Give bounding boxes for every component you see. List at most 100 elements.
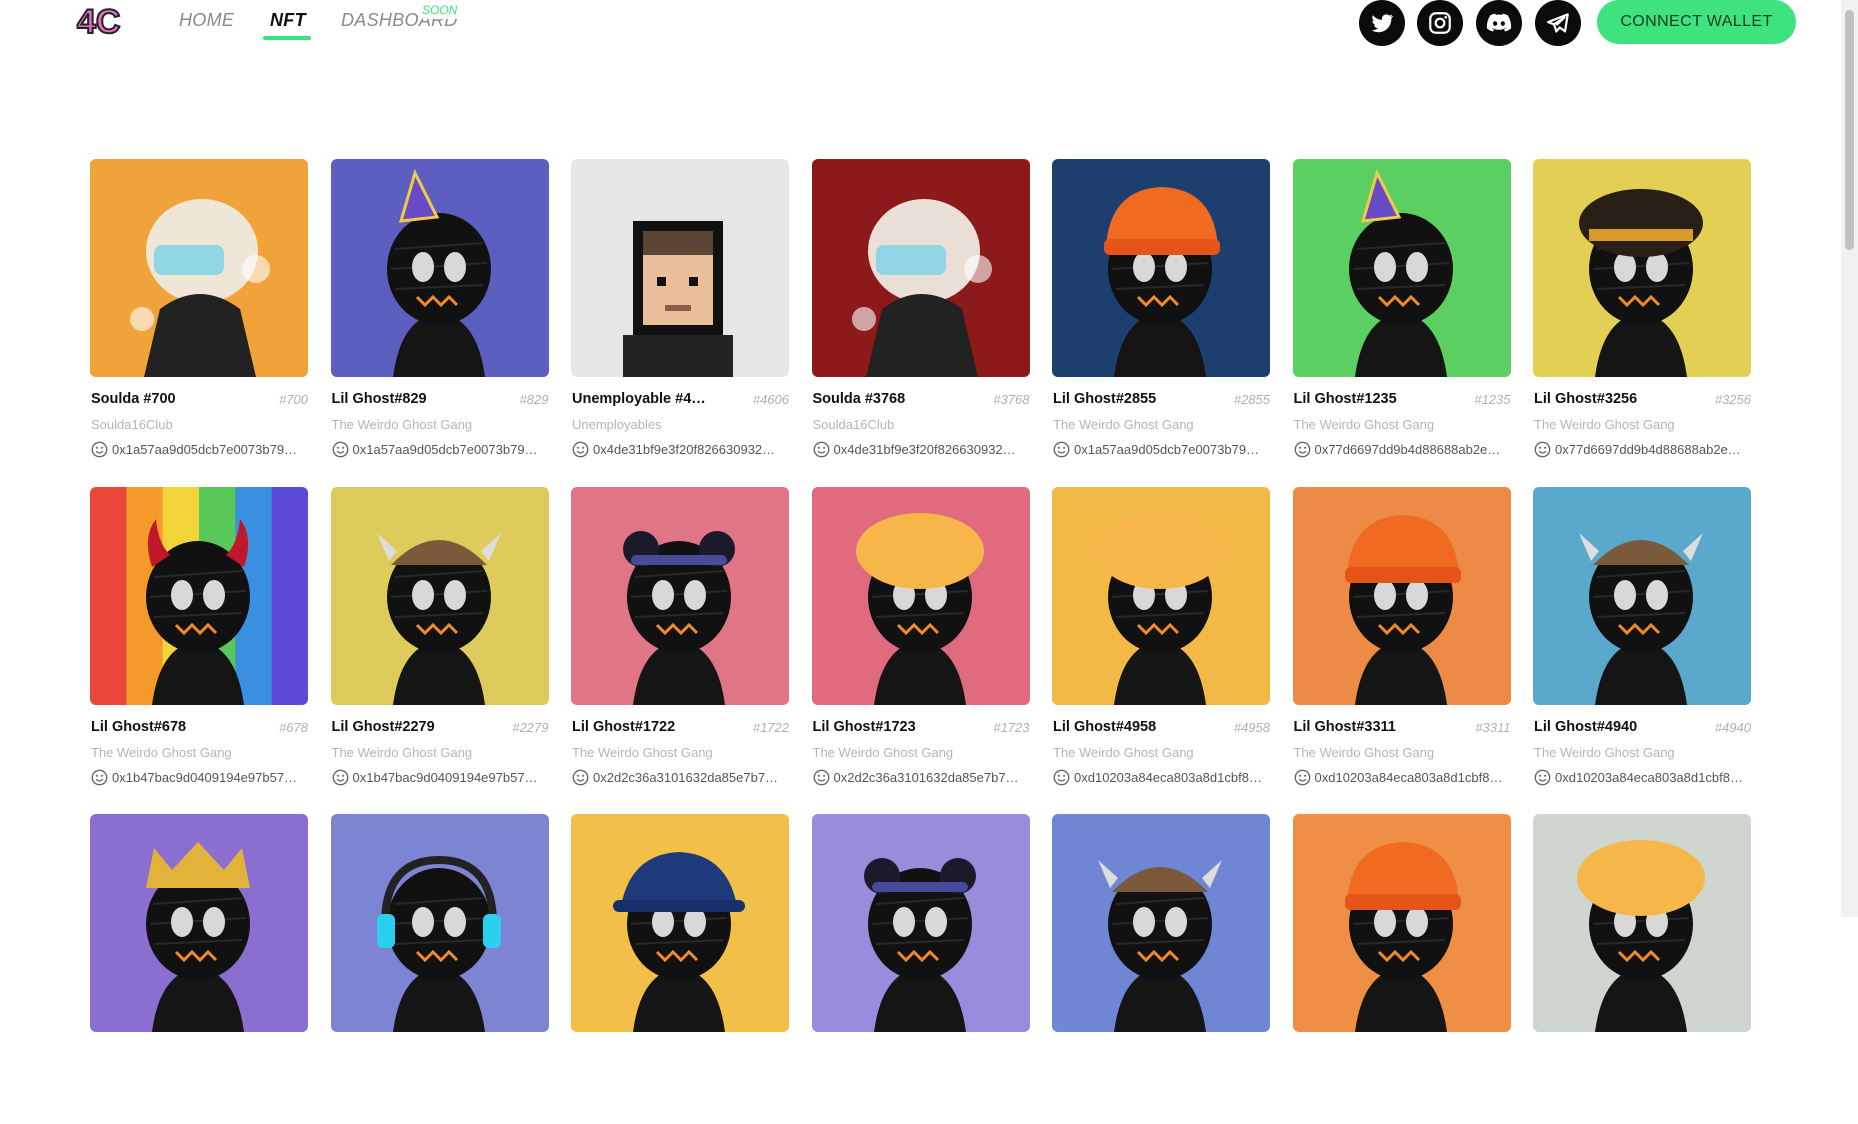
nft-owner-address[interactable]: 0xd10203a84eca803a8d1cbf8…	[1074, 770, 1270, 785]
nft-card[interactable]: Lil Ghost#3311 #3311 The Weirdo Ghost Gang…	[1292, 486, 1511, 797]
nav-home[interactable]: HOME	[179, 10, 234, 31]
nft-name[interactable]: Soulda #700	[91, 391, 241, 407]
nft-owner-address[interactable]: 0x1a57aa9d05dcb7e0073b79…	[1074, 442, 1270, 457]
nft-card[interactable]: Lil Ghost#829 #829 The Weirdo Ghost Gang 0x…	[330, 159, 549, 469]
nft-owner-address[interactable]: 0x1a57aa9d05dcb7e0073b79…	[112, 442, 308, 457]
nft-image[interactable]	[1292, 814, 1511, 1032]
nft-owner-address[interactable]: 0xd10203a84eca803a8d1cbf8…	[1555, 770, 1751, 785]
nft-image[interactable]	[1052, 486, 1270, 705]
nft-collection[interactable]: The Weirdo Ghost Gang	[1534, 745, 1675, 760]
nft-owner-address[interactable]: 0x2d2c36a3101632da85e7b7…	[834, 770, 1030, 785]
nft-card[interactable]	[90, 814, 308, 1124]
nft-name[interactable]: Lil Ghost#829	[332, 391, 482, 407]
nft-name[interactable]: Lil Ghost#4958	[1053, 719, 1203, 735]
nft-image[interactable]	[90, 159, 308, 377]
nft-name[interactable]: Lil Ghost#3256	[1534, 391, 1684, 407]
nft-card[interactable]	[571, 814, 789, 1124]
nft-card[interactable]: Lil Ghost#4940 #4940 The Weirdo Ghost Gang…	[1533, 486, 1751, 797]
nft-collection[interactable]: The Weirdo Ghost Gang	[1534, 417, 1675, 432]
nft-collection[interactable]: The Weirdo Ghost Gang	[91, 745, 232, 760]
nft-image[interactable]	[1533, 159, 1751, 377]
nft-name[interactable]: Lil Ghost#678	[91, 719, 241, 735]
twitter-button[interactable]	[1359, 0, 1405, 46]
nft-name[interactable]: Lil Ghost#1723	[813, 719, 963, 735]
ghost-beanie-artwork	[1292, 814, 1511, 1032]
nft-card[interactable]	[1052, 814, 1270, 1124]
nft-collection[interactable]: Soulda16Club	[91, 417, 173, 432]
nft-card[interactable]: Lil Ghost#1722 #1722 The Weirdo Ghost Gang…	[571, 486, 789, 797]
nft-image[interactable]	[330, 159, 549, 377]
nft-card[interactable]	[1533, 814, 1751, 1124]
nft-name[interactable]: Lil Ghost#2855	[1053, 391, 1203, 407]
nft-image[interactable]	[811, 814, 1030, 1032]
nft-collection[interactable]: Unemployables	[572, 417, 662, 432]
nft-name[interactable]: Lil Ghost#3311	[1294, 719, 1444, 735]
nft-name[interactable]: Lil Ghost#4940	[1534, 719, 1684, 735]
ghost-buns-artwork	[811, 814, 1030, 1032]
nft-card[interactable]: Lil Ghost#1723 #1723 The Weirdo Ghost Gang…	[811, 486, 1030, 797]
nft-image[interactable]	[90, 486, 308, 705]
nft-owner-address[interactable]: 0xd10203a84eca803a8d1cbf8…	[1315, 770, 1511, 785]
nft-card[interactable]: Unemployable #4… #4606 Unemployables 0x4de3…	[571, 159, 789, 469]
nft-card[interactable]: Lil Ghost#2279 #2279 The Weirdo Ghost Gang…	[330, 486, 549, 797]
nft-image[interactable]	[90, 814, 308, 1032]
nft-collection[interactable]: The Weirdo Ghost Gang	[1294, 745, 1435, 760]
nft-collection[interactable]: The Weirdo Ghost Gang	[332, 745, 473, 760]
nft-card[interactable]: Soulda #700 #700 Soulda16Club 0x1a57aa9d05d…	[90, 159, 308, 469]
nft-image[interactable]	[811, 159, 1030, 377]
ghost-curly-artwork	[1533, 814, 1751, 1032]
nft-owner-address[interactable]: 0x1b47bac9d0409194e97b57…	[112, 770, 308, 785]
nft-owner-address[interactable]: 0x1b47bac9d0409194e97b57…	[353, 770, 549, 785]
discord-button[interactable]	[1476, 0, 1522, 46]
nft-owner-address[interactable]: 0x77d6697dd9b4d88688ab2e…	[1315, 442, 1511, 457]
nft-name[interactable]: Unemployable #4…	[572, 391, 722, 407]
nft-image[interactable]	[330, 486, 549, 705]
nft-collection[interactable]: The Weirdo Ghost Gang	[1294, 417, 1435, 432]
nft-image[interactable]	[1052, 159, 1270, 377]
nft-card[interactable]: Soulda #3768 #3768 Soulda16Club 0x4de31bf9e…	[811, 159, 1030, 469]
nft-image[interactable]	[1292, 159, 1511, 377]
nft-card[interactable]	[1292, 814, 1511, 1124]
nft-name[interactable]: Lil Ghost#1722	[572, 719, 722, 735]
nft-card[interactable]: Lil Ghost#2855 #2855 The Weirdo Ghost Gang…	[1052, 159, 1270, 469]
nft-image[interactable]	[1052, 814, 1270, 1032]
nft-owner-address[interactable]: 0x2d2c36a3101632da85e7b7…	[593, 770, 789, 785]
nft-owner-address[interactable]: 0x1a57aa9d05dcb7e0073b79…	[353, 442, 549, 457]
discord-icon	[1486, 13, 1512, 32]
nft-card[interactable]: Lil Ghost#3256 #3256 The Weirdo Ghost Gang…	[1533, 159, 1751, 469]
nft-collection[interactable]: Soulda16Club	[813, 417, 895, 432]
nft-image[interactable]	[571, 814, 789, 1032]
scrollbar-thumb[interactable]	[1845, 10, 1854, 250]
connect-wallet-button[interactable]: CONNECT WALLET	[1597, 0, 1796, 44]
nft-owner-address[interactable]: 0x77d6697dd9b4d88688ab2e…	[1555, 442, 1751, 457]
nft-card[interactable]	[330, 814, 549, 1124]
ghost-viking-artwork	[1052, 814, 1270, 1032]
nft-card[interactable]: Lil Ghost#4958 #4958 The Weirdo Ghost Gang…	[1052, 486, 1270, 797]
nft-collection[interactable]: The Weirdo Ghost Gang	[813, 745, 954, 760]
nft-collection[interactable]: The Weirdo Ghost Gang	[1053, 745, 1194, 760]
instagram-button[interactable]	[1417, 0, 1463, 46]
nft-image[interactable]	[571, 486, 789, 705]
nft-collection[interactable]: The Weirdo Ghost Gang	[572, 745, 713, 760]
nft-collection[interactable]: The Weirdo Ghost Gang	[1053, 417, 1194, 432]
nft-card[interactable]	[811, 814, 1030, 1124]
nft-name[interactable]: Lil Ghost#1235	[1294, 391, 1444, 407]
nft-owner-address[interactable]: 0x4de31bf9e3f20f826630932…	[593, 442, 789, 457]
nft-name[interactable]: Lil Ghost#2279	[332, 719, 482, 735]
page-scrollbar[interactable]	[1841, 0, 1858, 917]
nft-owner-address[interactable]: 0x4de31bf9e3f20f826630932…	[834, 442, 1030, 457]
nav-nft[interactable]: NFT	[270, 10, 306, 31]
nft-collection[interactable]: The Weirdo Ghost Gang	[332, 417, 473, 432]
nft-card[interactable]: Lil Ghost#1235 #1235 The Weirdo Ghost Gang…	[1292, 159, 1511, 469]
nft-token-number: #4958	[1233, 719, 1270, 735]
nft-image[interactable]	[1533, 814, 1751, 1032]
nft-image[interactable]	[811, 486, 1030, 705]
nft-image[interactable]	[571, 159, 789, 377]
telegram-button[interactable]	[1535, 0, 1581, 46]
logo[interactable]: 4C	[76, 0, 126, 42]
nft-image[interactable]	[1533, 486, 1751, 705]
nft-image[interactable]	[330, 814, 549, 1032]
nft-image[interactable]	[1292, 486, 1511, 705]
nft-card[interactable]: Lil Ghost#678 #678 The Weirdo Ghost Gang 0x…	[90, 486, 308, 797]
nft-name[interactable]: Soulda #3768	[813, 391, 963, 407]
